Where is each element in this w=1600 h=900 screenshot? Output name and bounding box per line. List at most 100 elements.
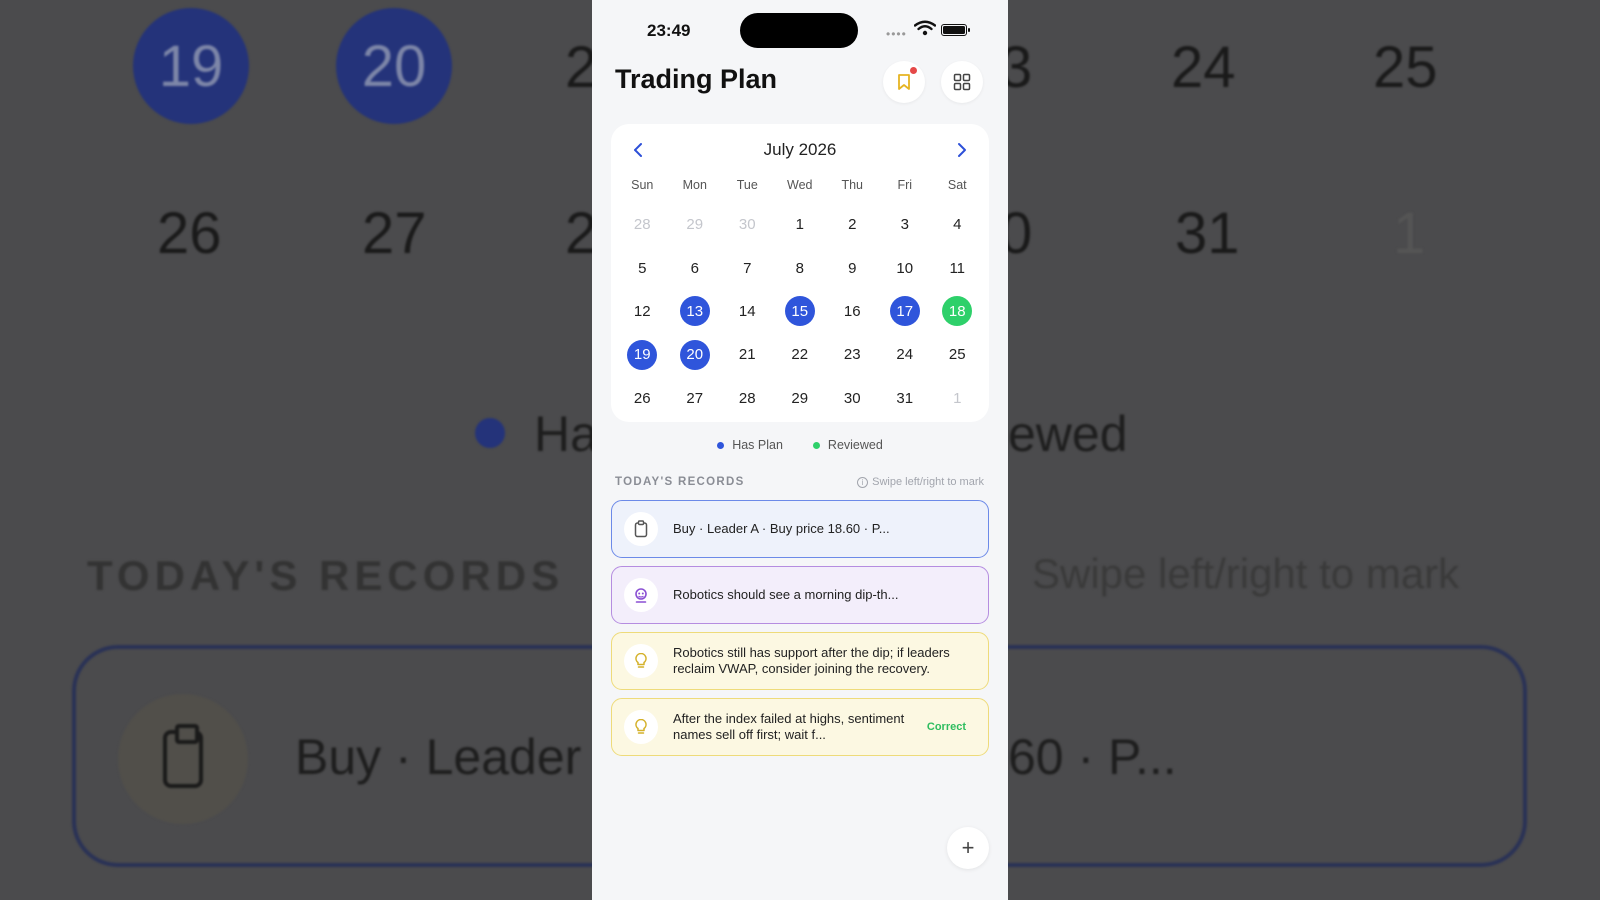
record-card[interactable]: After the index failed at highs, sentime… [611, 698, 989, 756]
record-card[interactable]: Robotics should see a morning dip-th... [611, 566, 989, 624]
calendar-day-label: 5 [638, 259, 647, 277]
calendar-day[interactable]: 29 [669, 203, 722, 246]
record-text: Robotics should see a morning dip-th... [673, 587, 899, 602]
calendar-day[interactable]: 14 [721, 290, 774, 333]
calendar-day-label: 8 [795, 259, 804, 277]
clipboard-icon [163, 724, 203, 788]
record-text: Robotics still has support after the dip… [673, 645, 950, 676]
weekday-tue: Tue [736, 178, 758, 192]
next-month-button[interactable] [947, 135, 977, 165]
calendar-day[interactable]: 17 [879, 290, 932, 333]
calendar-day-label: 26 [633, 389, 651, 407]
calendar-day[interactable]: 15 [774, 290, 827, 333]
calendar-day-label: 22 [791, 346, 809, 364]
legend-dot-has-plan [717, 441, 725, 449]
backdrop-day: 1 [1393, 201, 1426, 266]
grid-view-button[interactable] [941, 61, 983, 103]
status-badge-correct: Correct [926, 721, 966, 733]
calendar-day[interactable]: 25 [931, 333, 984, 376]
calendar-day[interactable]: 12 [616, 290, 669, 333]
record-card[interactable]: Robotics still has support after the dip… [611, 632, 989, 690]
calendar-day[interactable]: 1 [774, 203, 827, 246]
calendar-day-label: 20 [679, 339, 710, 370]
calendar-day[interactable]: 9 [826, 246, 879, 289]
calendar-day[interactable]: 30 [826, 377, 879, 420]
calendar-day[interactable]: 30 [721, 203, 774, 246]
calendar-day[interactable]: 16 [826, 290, 879, 333]
calendar-day-label: 13 [679, 296, 710, 327]
calendar-day[interactable]: 26 [616, 377, 669, 420]
calendar-day[interactable]: 13 [669, 290, 722, 333]
add-record-button[interactable]: + [947, 827, 989, 869]
calendar-day[interactable]: 23 [826, 333, 879, 376]
calendar-day-label: 27 [686, 389, 704, 407]
robot-icon [624, 578, 658, 612]
legend-label: Has Plan [732, 438, 783, 452]
calendar-day-label: 24 [896, 346, 914, 364]
calendar-day[interactable]: 29 [774, 377, 827, 420]
calendar-day[interactable]: 10 [879, 246, 932, 289]
calendar-day-label: 7 [743, 259, 752, 277]
dynamic-island [740, 13, 858, 48]
calendar-day[interactable]: 5 [616, 246, 669, 289]
calendar-day-label: 18 [942, 296, 973, 327]
records-section-title: TODAY'S RECORDS [615, 476, 745, 488]
calendar-day-label: 28 [738, 389, 756, 407]
calendar-day[interactable]: 18 [931, 290, 984, 333]
calendar-day[interactable]: 4 [931, 203, 984, 246]
backdrop-legend-text: Ha [534, 406, 598, 462]
calendar-day-label: 10 [896, 259, 914, 277]
backdrop-hint: Swipe left/right to mark [1032, 550, 1460, 597]
weekday-mon: Mon [682, 178, 707, 192]
calendar-day[interactable]: 28 [721, 377, 774, 420]
calendar-day-label: 28 [633, 216, 651, 234]
record-card[interactable]: Buy · Leader A · Buy price 18.60 · P... [611, 500, 989, 558]
calendar-day[interactable]: 31 [879, 377, 932, 420]
calendar-day-label: 15 [784, 296, 815, 327]
calendar-day[interactable]: 6 [669, 246, 722, 289]
clipboard-icon [624, 512, 658, 546]
calendar-day[interactable]: 1 [931, 377, 984, 420]
calendar-day[interactable]: 20 [669, 333, 722, 376]
calendar-day[interactable]: 27 [669, 377, 722, 420]
weekday-wed: Wed [787, 178, 813, 192]
swipe-hint-text: Swipe left/right to mark [872, 476, 984, 488]
calendar-day[interactable]: 2 [826, 203, 879, 246]
calendar-day[interactable]: 24 [879, 333, 932, 376]
calendar-day[interactable]: 3 [879, 203, 932, 246]
calendar-day-label: 30 [738, 216, 756, 234]
calendar-day-label: 21 [738, 346, 756, 364]
signal-icon: •••• [886, 27, 907, 41]
calendar-day-label: 16 [843, 302, 861, 320]
backdrop-legend-dot [475, 418, 505, 448]
calendar-day[interactable]: 28 [616, 203, 669, 246]
backdrop-day: 24 [1171, 35, 1236, 100]
bookmark-button[interactable] [883, 61, 925, 103]
calendar-day[interactable]: 21 [721, 333, 774, 376]
calendar-day-label: 11 [949, 259, 966, 277]
chevron-right-icon [958, 143, 966, 157]
calendar-day[interactable]: 7 [721, 246, 774, 289]
calendar-day[interactable]: 8 [774, 246, 827, 289]
calendar-month-label: July 2026 [763, 140, 837, 159]
info-icon: i [857, 476, 869, 488]
status-time: 23:49 [647, 21, 691, 40]
calendar-day[interactable]: 19 [616, 333, 669, 376]
backdrop-day: 26 [157, 201, 222, 266]
backdrop-day: 19 [133, 8, 249, 124]
calendar-day-label: 9 [848, 259, 857, 277]
backdrop-card-text: Buy · Leader [295, 729, 582, 785]
backdrop-day: 31 [1175, 201, 1240, 266]
calendar-day-label: 25 [948, 346, 966, 364]
legend-reviewed: Reviewed [812, 438, 883, 452]
calendar-day[interactable]: 11 [931, 246, 984, 289]
weekday-header: Sun Mon Tue Wed Thu Fri Sat [611, 178, 989, 192]
legend-has-plan: Has Plan [717, 438, 783, 452]
phone-screen: 23:49 •••• Trading Plan July 2026 Sun Mo… [592, 0, 1008, 900]
calendar-day-label: 19 [627, 339, 658, 370]
calendar-day[interactable]: 22 [774, 333, 827, 376]
calendar-day-label: 31 [896, 389, 914, 407]
legend-label: Reviewed [827, 438, 883, 452]
notification-dot [910, 67, 917, 74]
battery-icon [941, 24, 970, 36]
